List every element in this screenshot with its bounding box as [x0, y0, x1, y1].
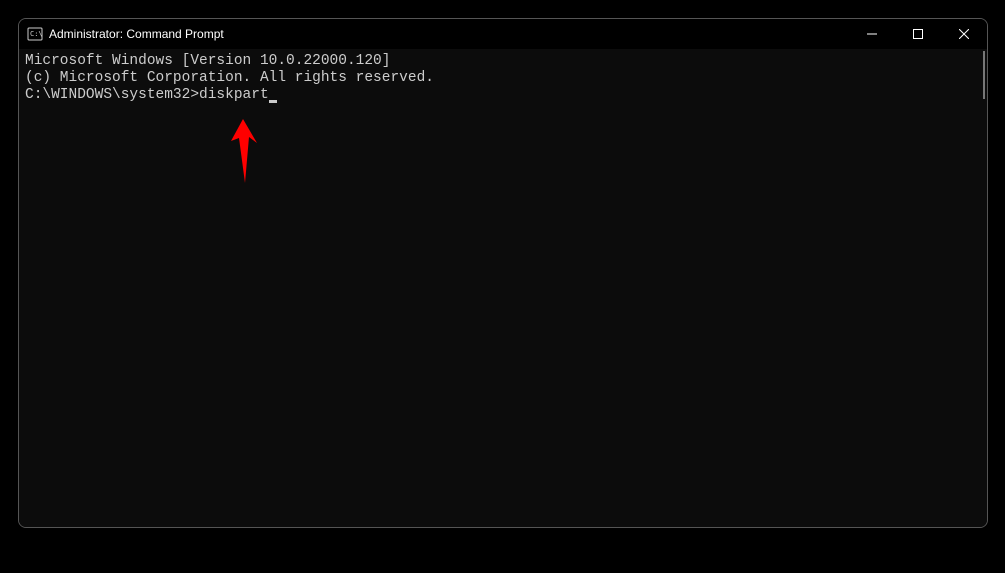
window-title: Administrator: Command Prompt [49, 27, 849, 41]
text-cursor [269, 100, 277, 103]
titlebar[interactable]: C:\ Administrator: Command Prompt [19, 19, 987, 49]
cmd-icon: C:\ [27, 26, 43, 42]
prompt-row: C:\WINDOWS\system32>diskpart [25, 87, 981, 104]
scrollbar[interactable] [977, 49, 987, 527]
svg-text:C:\: C:\ [30, 30, 43, 38]
command-prompt-window: C:\ Administrator: Command Prompt [18, 18, 988, 528]
prompt-text: C:\WINDOWS\system32> [25, 87, 199, 103]
minimize-button[interactable] [849, 19, 895, 49]
minimize-icon [867, 29, 877, 39]
close-button[interactable] [941, 19, 987, 49]
window-controls [849, 19, 987, 49]
version-line: Microsoft Windows [Version 10.0.22000.12… [25, 53, 981, 70]
maximize-icon [913, 29, 923, 39]
maximize-button[interactable] [895, 19, 941, 49]
scrollbar-thumb[interactable] [983, 51, 985, 99]
copyright-line: (c) Microsoft Corporation. All rights re… [25, 70, 981, 87]
close-icon [959, 29, 969, 39]
terminal-output[interactable]: Microsoft Windows [Version 10.0.22000.12… [19, 49, 987, 527]
command-text: diskpart [199, 87, 269, 103]
